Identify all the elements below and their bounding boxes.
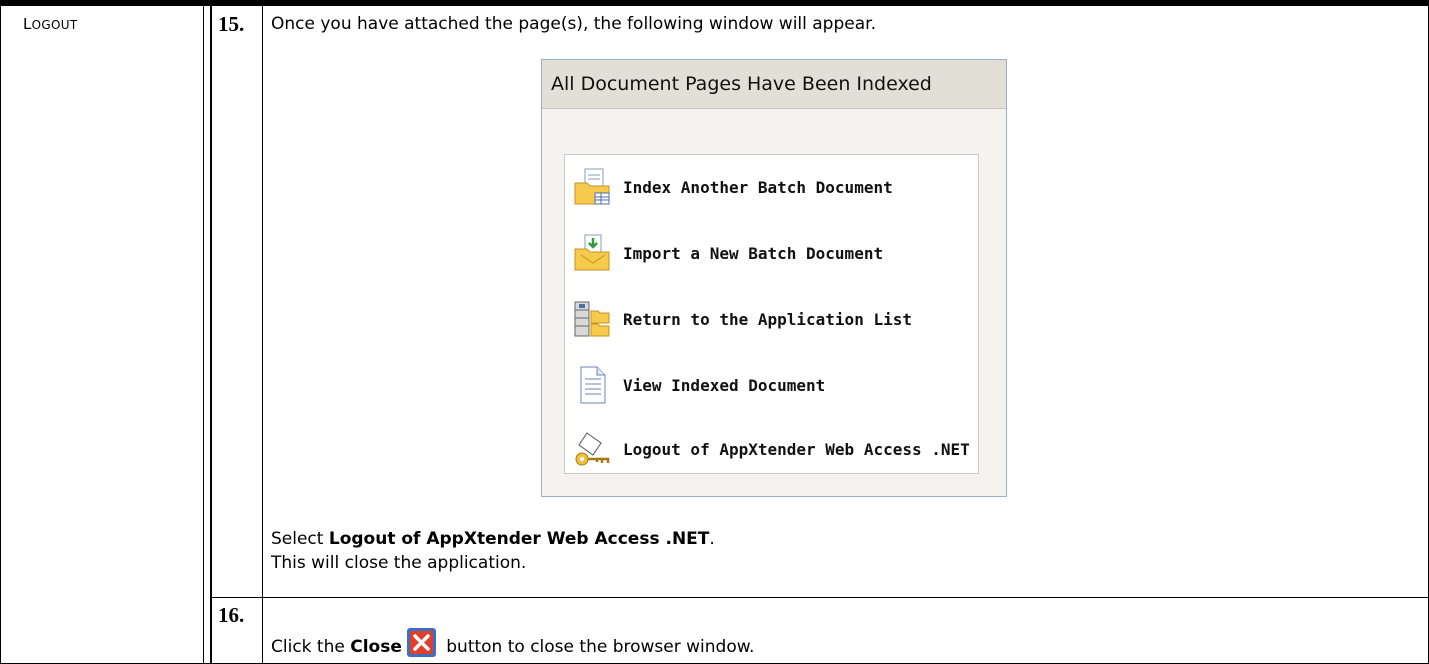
key-logout-icon <box>575 432 610 466</box>
row-divider <box>212 597 1429 598</box>
step-15-intro: Once you have attached the page(s), the … <box>271 14 876 34</box>
label-rest: OGOUT <box>31 18 78 32</box>
application-list-icon <box>574 301 610 337</box>
label-initial: L <box>23 15 32 33</box>
option-return-list[interactable]: Return to the Application List <box>573 295 973 343</box>
column-divider-3 <box>262 6 263 664</box>
step-number-16: 16. <box>218 603 245 627</box>
option-label: View Indexed Document <box>623 375 826 395</box>
step-16-after: button to close the browser window. <box>440 637 755 657</box>
select-prefix: Select <box>271 529 329 549</box>
option-view-indexed[interactable]: View Indexed Document <box>573 361 973 409</box>
step-16-bold: Close <box>350 637 402 657</box>
option-label: Return to the Application List <box>623 309 912 329</box>
select-bold: Logout of AppXtender Web Access .NET <box>328 529 710 549</box>
option-label: Logout of AppXtender Web Access .NET <box>623 439 970 459</box>
dialog-options-list: Index Another Batch Document Import a Ne… <box>564 154 979 474</box>
close-icon[interactable] <box>406 627 437 658</box>
step-16-text: Click the Close button to close the brow… <box>271 627 754 658</box>
select-instruction: Select Logout of AppXtender Web Access .… <box>271 528 715 550</box>
select-suffix: . <box>709 529 715 549</box>
option-import-new[interactable]: Import a New Batch Document <box>573 229 973 277</box>
step-number-15: 15. <box>218 12 245 36</box>
dialog-title: All Document Pages Have Been Indexed <box>542 60 1006 109</box>
option-index-another[interactable]: Index Another Batch Document <box>573 163 973 211</box>
indexed-dialog: All Document Pages Have Been Indexed Ind… <box>541 59 1007 497</box>
document-icon <box>580 366 606 404</box>
table-left-border <box>0 6 1 664</box>
column-divider-1 <box>203 6 204 664</box>
close-note: This will close the application. <box>271 553 527 573</box>
step-16-before: Click the <box>271 637 351 657</box>
top-border <box>0 0 1429 6</box>
option-logout[interactable]: Logout of AppXtender Web Access .NET <box>573 425 973 473</box>
column-divider-2 <box>210 6 212 664</box>
option-label: Import a New Batch Document <box>623 243 884 263</box>
section-label-logout: LOGOUT <box>23 15 77 33</box>
option-label: Index Another Batch Document <box>623 177 893 197</box>
folder-table-icon <box>574 168 610 205</box>
folder-import-icon <box>574 234 610 271</box>
